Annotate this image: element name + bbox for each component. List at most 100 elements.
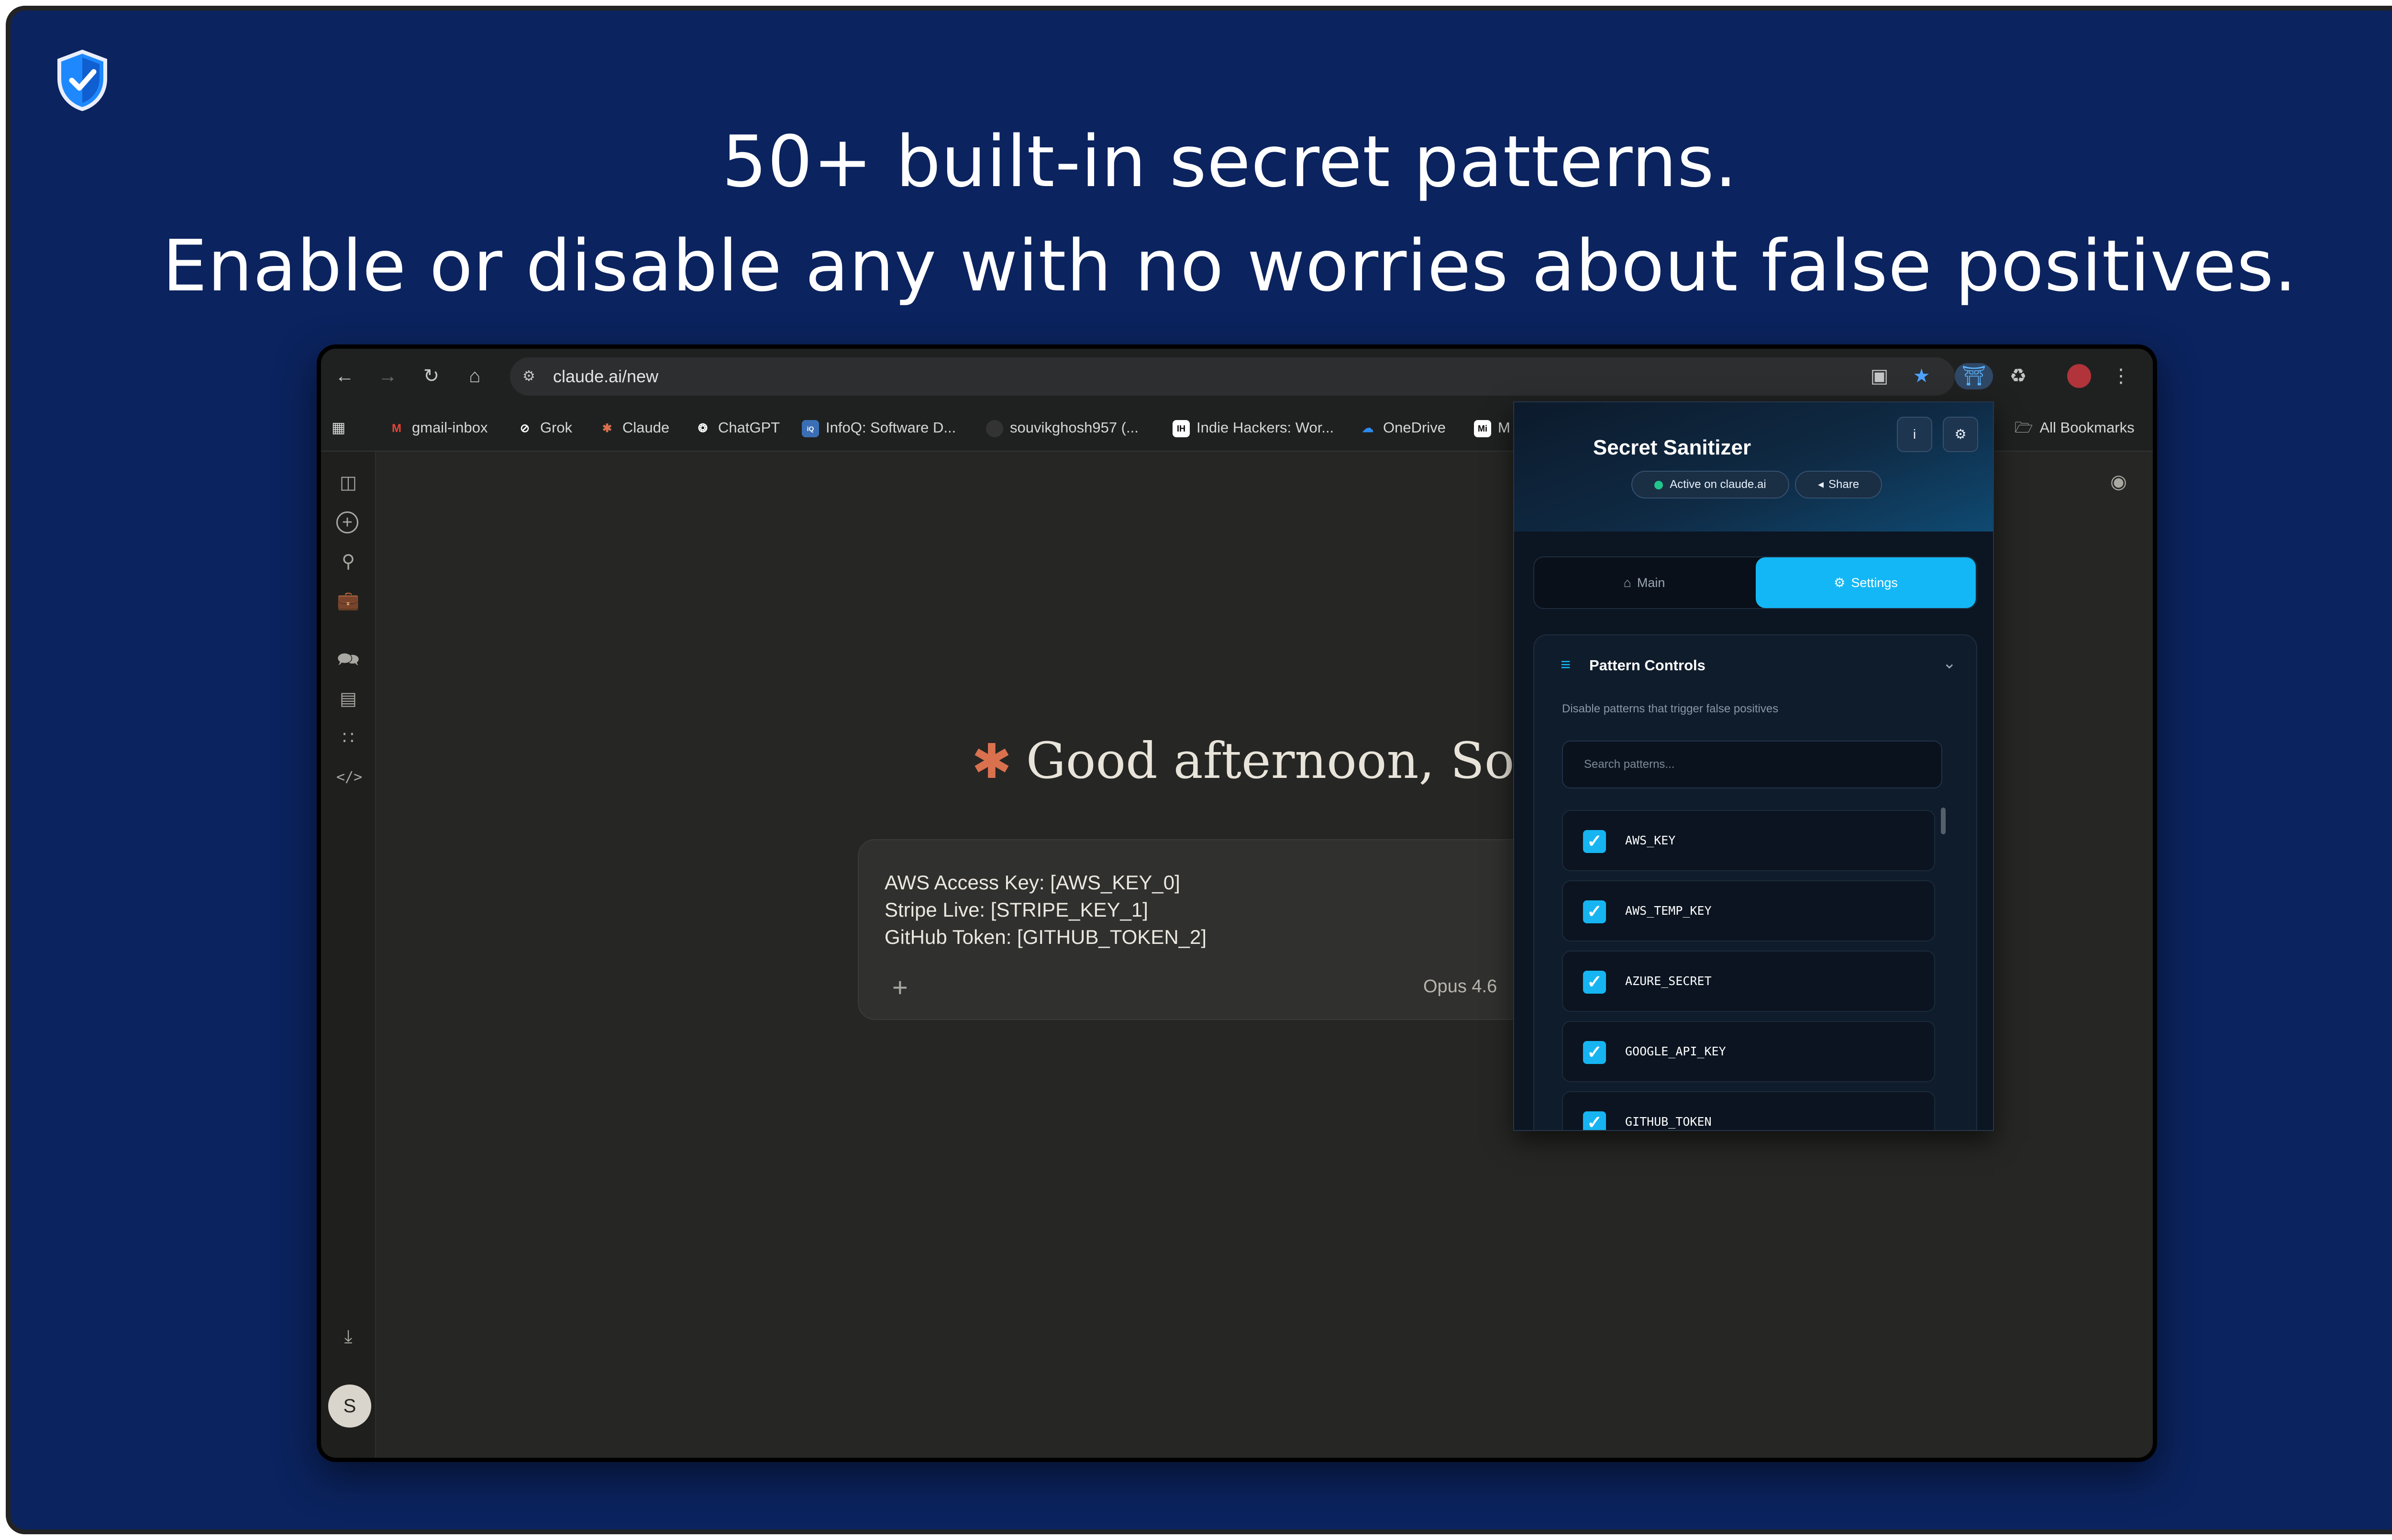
site-settings-icon[interactable]: ⚙ — [522, 368, 540, 385]
tab-main[interactable]: ⌂ Main — [1534, 557, 1754, 608]
menu-kebab-icon[interactable]: ⋮ — [2108, 363, 2134, 389]
popup-header: Secret Sanitizer Active on claude.ai ◂ Sh… — [1514, 402, 1993, 532]
tab-main-label: Main — [1637, 576, 1665, 590]
model-selector[interactable]: Opus 4.6 — [1423, 976, 1497, 997]
bookmark-star-icon[interactable]: ★ — [1908, 363, 1935, 389]
secret-sanitizer-extension-icon[interactable]: ⛩ — [1955, 363, 1993, 389]
claude-icon: ✱ — [602, 421, 612, 435]
pattern-name: AWS_KEY — [1625, 833, 1676, 847]
add-attachment-icon[interactable]: + — [892, 972, 908, 1003]
bookmark-label: OneDrive — [1383, 419, 1446, 436]
home-icon[interactable]: ⌂ — [462, 363, 488, 389]
code-icon[interactable]: </> — [336, 765, 362, 789]
checkbox-checked-icon[interactable]: ✓ — [1583, 1111, 1606, 1130]
gmail-icon: M — [392, 421, 401, 435]
new-chat-icon[interactable]: + — [336, 511, 358, 533]
projects-icon[interactable]: 💼 — [336, 589, 360, 613]
artifacts-icon[interactable]: ▤ — [336, 687, 360, 711]
bookmark-grok[interactable]: ⊘ Grok — [516, 404, 572, 452]
onedrive-icon: ☁ — [1362, 421, 1373, 435]
tab-settings-label: Settings — [1851, 576, 1898, 590]
bookmark-gmail[interactable]: Mgmail-inbox — [388, 404, 488, 452]
popup-title: Secret Sanitizer — [1593, 436, 1751, 459]
sliders-icon: ≡ — [1561, 654, 1571, 674]
bookmark-github[interactable]: souvikghosh957 (... — [986, 404, 1139, 452]
pattern-name: AZURE_SECRET — [1625, 974, 1712, 988]
tab-settings[interactable]: ⚙ Settings — [1756, 557, 1976, 608]
incognito-ghost-icon[interactable]: ◉ — [2110, 471, 2127, 493]
bookmark-indiehackers[interactable]: IH Indie Hackers: Wor... — [1173, 404, 1334, 452]
pattern-row[interactable]: ✓ GOOGLE_API_KEY — [1562, 1021, 1935, 1082]
bookmark-label: souvikghosh957 (... — [1010, 419, 1139, 436]
chats-icon[interactable]: 🗪 — [336, 648, 360, 672]
profile-avatar[interactable] — [2067, 364, 2091, 388]
pattern-name: AWS_TEMP_KEY — [1625, 904, 1712, 918]
extensions-puzzle-icon[interactable]: ♻ — [2005, 363, 2031, 389]
settings-gear-button[interactable]: ⚙ — [1943, 417, 1978, 452]
install-app-icon[interactable]: ▣ — [1866, 363, 1893, 389]
share-button[interactable]: ◂ Share — [1795, 471, 1882, 499]
status-badge: Active on claude.ai — [1631, 471, 1789, 499]
pattern-name: GOOGLE_API_KEY — [1625, 1044, 1726, 1058]
pattern-search-input[interactable]: Search patterns... — [1562, 741, 1942, 788]
chevron-down-icon[interactable]: ⌄ — [1943, 654, 1957, 673]
reload-icon[interactable]: ↻ — [418, 363, 444, 389]
pattern-row[interactable]: ✓ AWS_KEY — [1562, 810, 1935, 871]
bookmark-chatgpt[interactable]: ❂ ChatGPT — [694, 404, 780, 452]
checkbox-checked-icon[interactable]: ✓ — [1583, 830, 1606, 853]
composer-text[interactable]: AWS Access Key: [AWS_KEY_0] Stripe Live:… — [885, 869, 1207, 951]
bookmark-label: InfoQ: Software D... — [826, 419, 956, 436]
user-avatar[interactable]: S — [328, 1385, 371, 1428]
browser-toolbar: ← → ↻ ⌂ ⚙ claude.ai/new ▣ ★ ⛩ ♻ ⋮ — [321, 349, 2153, 404]
gear-icon: ⚙ — [1954, 427, 1967, 442]
address-bar[interactable]: ⚙ claude.ai/new — [510, 357, 1955, 396]
pattern-row[interactable]: ✓ AWS_TEMP_KEY — [1562, 880, 1935, 942]
grok-icon: ⊘ — [520, 421, 530, 435]
shield-check-icon — [57, 49, 107, 111]
bookmark-label: M — [1498, 419, 1510, 436]
promo-frame: 50+ built-in secret patterns. Enable or … — [6, 6, 2392, 1534]
all-bookmarks-label: All Bookmarks — [2039, 419, 2135, 436]
infoq-icon: iQ — [802, 420, 819, 437]
search-icon[interactable]: ⚲ — [336, 550, 360, 574]
home-icon: ⌂ — [1623, 576, 1631, 590]
share-icon: ◂ — [1817, 478, 1824, 491]
bookmark-medium[interactable]: Mi M — [1474, 404, 1510, 452]
claude-sidebar: ◫ + ⚲ 💼 🗪 ▤ ∷ </> ⤓ S — [321, 452, 376, 1458]
greeting-text: Good afternoon, Souv — [1026, 731, 1575, 790]
url-text: claude.ai/new — [553, 366, 659, 386]
greeting: ✱ Good afternoon, Souv — [972, 731, 1574, 790]
all-bookmarks[interactable]: 🗁 All Bookmarks — [2015, 404, 2135, 452]
chat-composer[interactable]: AWS Access Key: [AWS_KEY_0] Stripe Live:… — [858, 839, 1537, 1020]
pattern-controls-card: ≡ Pattern Controls ⌄ Disable patterns th… — [1533, 634, 1977, 1130]
bookmark-label: Grok — [540, 419, 573, 436]
apps-icon[interactable]: ∷ — [336, 726, 360, 750]
checkbox-checked-icon[interactable]: ✓ — [1583, 900, 1606, 923]
bookmark-claude[interactable]: ✱ Claude — [598, 404, 669, 452]
bookmark-onedrive[interactable]: ☁ OneDrive — [1359, 404, 1446, 452]
info-icon: i — [1913, 427, 1916, 442]
gear-icon: ⚙ — [1834, 576, 1846, 590]
headline-line-2: Enable or disable any with no worries ab… — [162, 225, 2297, 307]
apps-grid-icon[interactable]: ▦ — [332, 404, 345, 452]
back-arrow-icon[interactable]: ← — [332, 363, 358, 389]
pattern-row[interactable]: ✓ AZURE_SECRET — [1562, 951, 1935, 1012]
sidebar-toggle-icon[interactable]: ◫ — [336, 471, 360, 495]
checkbox-checked-icon[interactable]: ✓ — [1583, 971, 1606, 994]
pattern-controls-title: Pattern Controls — [1589, 657, 1705, 674]
info-button[interactable]: i — [1897, 417, 1932, 452]
chatgpt-icon: ❂ — [698, 421, 708, 435]
folder-icon: 🗁 — [2015, 419, 2033, 436]
forward-arrow-icon[interactable]: → — [375, 363, 401, 389]
download-icon[interactable]: ⤓ — [336, 1325, 360, 1349]
headline-line-1: 50+ built-in secret patterns. — [722, 121, 1738, 203]
pattern-row[interactable]: ✓ GITHUB_TOKEN — [1562, 1091, 1935, 1130]
browser-window: ← → ↻ ⌂ ⚙ claude.ai/new ▣ ★ ⛩ ♻ ⋮ ▦ Mgma… — [317, 344, 2157, 1462]
medium-icon: Mi — [1474, 420, 1491, 437]
pattern-list-scrollbar[interactable] — [1941, 808, 1946, 834]
bookmark-label: Indie Hackers: Wor... — [1196, 419, 1334, 436]
indiehackers-icon: IH — [1173, 420, 1190, 437]
bookmark-label: ChatGPT — [718, 419, 780, 436]
bookmark-infoq[interactable]: iQ InfoQ: Software D... — [802, 404, 956, 452]
checkbox-checked-icon[interactable]: ✓ — [1583, 1041, 1606, 1064]
